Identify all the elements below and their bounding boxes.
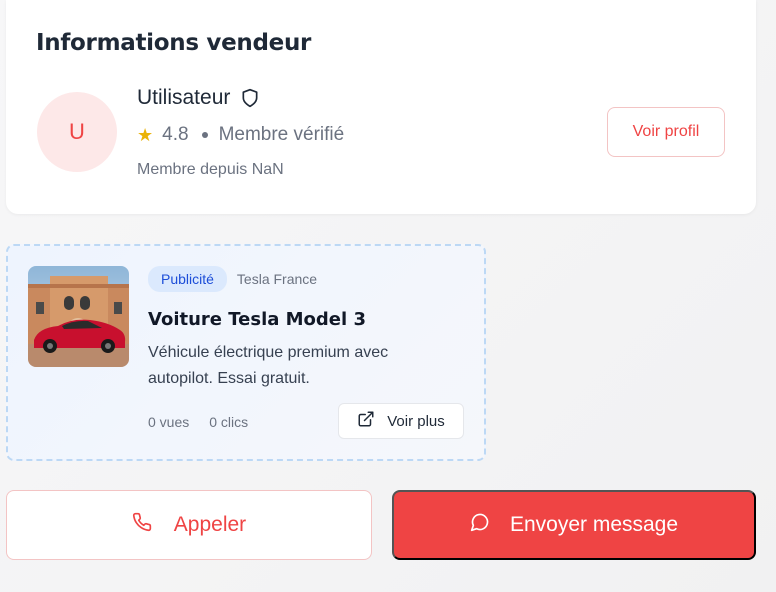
seller-rating: 4.8 <box>162 124 189 145</box>
ad-stats: 0 vues 0 clics <box>148 414 248 430</box>
verified-label: Membre vérifié <box>218 124 345 145</box>
seller-name-row: Utilisateur <box>137 86 260 110</box>
message-circle-icon <box>470 512 490 538</box>
seller-section-title: Informations vendeur <box>36 30 312 56</box>
send-message-button[interactable]: Envoyer message <box>392 490 756 560</box>
external-link-icon <box>357 410 375 432</box>
shield-icon <box>240 87 260 109</box>
ad-see-more-button[interactable]: Voir plus <box>338 403 464 439</box>
seller-name: Utilisateur <box>137 86 231 109</box>
ad-badge-row: Publicité Tesla France <box>148 266 317 292</box>
avatar: U <box>37 92 117 172</box>
phone-icon <box>132 512 152 538</box>
ad-clicks: 0 clics <box>209 414 249 430</box>
ad-description: Véhicule électrique premium avec autopil… <box>148 344 389 387</box>
ad-see-more-label: Voir plus <box>387 412 445 430</box>
seller-info-card: Informations vendeur U Utilisateur ★ 4.8… <box>6 0 756 214</box>
ad-thumbnail-image[interactable] <box>28 266 129 367</box>
send-message-label: Envoyer message <box>509 513 679 536</box>
avatar-initial: U <box>69 119 85 144</box>
member-since: Membre depuis NaN <box>137 161 284 178</box>
call-button[interactable]: Appeler <box>6 490 372 560</box>
ad-views: 0 vues <box>148 414 190 430</box>
star-icon: ★ <box>137 124 154 145</box>
view-profile-button[interactable]: Voir profil <box>607 107 725 157</box>
ad-brand: Tesla France <box>236 271 318 287</box>
page: Informations vendeur U Utilisateur ★ 4.8… <box>0 0 776 592</box>
rating-row: ★ 4.8 Membre vérifié <box>137 124 344 146</box>
sponsored-ad-card[interactable]: Publicité Tesla France Voiture Tesla Mod… <box>6 244 486 461</box>
call-button-label: Appeler <box>173 513 247 536</box>
separator-dot <box>201 132 208 138</box>
ad-badge: Publicité <box>148 266 227 292</box>
ad-title[interactable]: Voiture Tesla Model 3 <box>148 309 366 330</box>
